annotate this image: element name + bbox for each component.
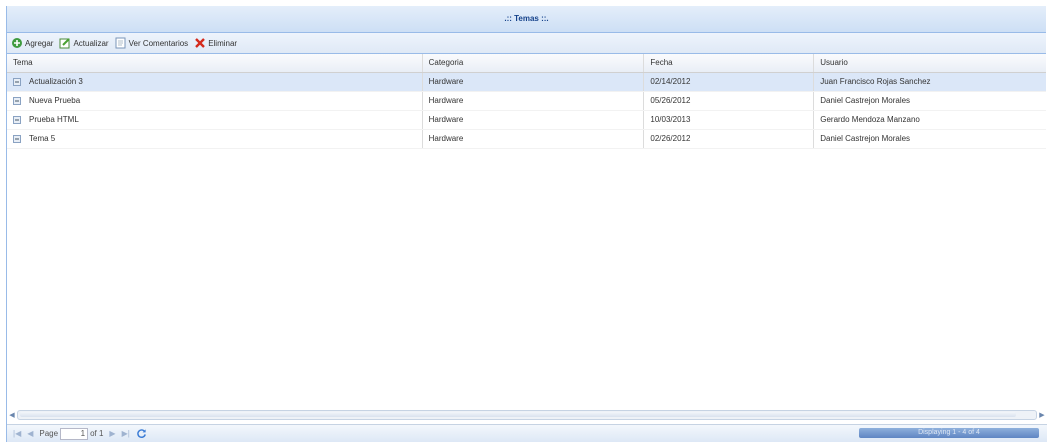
update-button[interactable]: Actualizar [59,37,109,49]
add-icon [12,38,22,48]
last-page-icon[interactable]: ▶| [122,429,130,438]
column-header-fecha[interactable]: Fecha [644,54,815,72]
cell-usuario: Daniel Castrejon Morales [820,134,911,143]
view-comments-button-label: Ver Comentarios [128,38,189,48]
cell-fecha: 10/03/2013 [644,111,815,129]
delete-button-label: Eliminar [208,38,238,48]
column-header-tema[interactable]: Tema [7,54,423,72]
comments-icon [115,37,126,49]
edit-icon [59,38,71,49]
cell-tema: Nueva Prueba [7,92,423,110]
cell-tema: Prueba HTML [7,111,423,129]
cell-fecha: 02/26/2012 [644,130,815,148]
cell-fecha: 02/14/2012 [644,73,815,91]
temas-panel: .:: Temas ::. Agregar Actualizar Ver Com… [6,6,1047,442]
first-page-icon[interactable]: |◀ [13,429,21,438]
cell-categoria: Hardware [423,92,645,110]
row-expander-icon[interactable] [13,78,21,86]
horizontal-scrollbar[interactable]: ◀ ▶ [7,410,1047,420]
table-row[interactable]: Actualización 3 Hardware 02/14/2012 Juan… [7,73,1046,92]
grid-body: Actualización 3 Hardware 02/14/2012 Juan… [7,73,1046,379]
cell-usuario: Juan Francisco Rojas Sanchez [820,77,931,86]
delete-icon [195,38,206,48]
add-button[interactable]: Agregar [11,37,53,49]
page-number-input[interactable]: 1 [60,427,89,440]
scroll-left-icon[interactable]: ◀ [7,411,17,419]
cell-categoria: Hardware [423,111,645,129]
cell-fecha: 05/26/2012 [644,92,815,110]
cell-usuario: Daniel Castrejon Morales [820,96,911,105]
grid-header: Tema Categoria Fecha Usuario [7,54,1046,73]
row-expander-icon[interactable] [13,116,21,124]
column-header-usuario[interactable]: Usuario [814,54,1046,72]
update-button-label: Actualizar [73,38,109,48]
table-row[interactable]: Prueba HTML Hardware 10/03/2013 Gerardo … [7,111,1046,130]
table-row[interactable]: Nueva Prueba Hardware 05/26/2012 Daniel … [7,92,1046,111]
scroll-right-icon[interactable]: ▶ [1037,411,1047,419]
column-header-categoria[interactable]: Categoria [423,54,645,72]
delete-button[interactable]: Eliminar [194,37,237,49]
toolbar: Agregar Actualizar Ver Comentarios Elimi… [7,33,1046,54]
of-pages-label: of 1 [90,429,104,438]
cell-categoria: Hardware [423,130,645,148]
row-expander-icon[interactable] [13,97,21,105]
panel-title: .:: Temas ::. [7,6,1046,33]
page-label: Page [39,429,59,438]
scroll-track[interactable] [17,410,1037,420]
next-page-icon[interactable]: ▶ [109,429,115,438]
display-info: Displaying 1 - 4 of 4 [859,428,1039,438]
cell-usuario: Gerardo Mendoza Manzano [820,115,920,124]
table-row[interactable]: Tema 5 Hardware 02/26/2012 Daniel Castre… [7,130,1046,149]
cell-categoria: Hardware [423,73,645,91]
view-comments-button[interactable]: Ver Comentarios [115,37,189,49]
paging-toolbar: |◀ ◀ Page 1 of 1 ▶ ▶| Displaying 1 - 4 o… [7,424,1047,442]
refresh-icon[interactable] [136,428,147,439]
prev-page-icon[interactable]: ◀ [27,429,33,438]
cell-tema: Actualización 3 [7,73,423,91]
add-button-label: Agregar [25,38,54,48]
row-expander-icon[interactable] [13,135,21,143]
scroll-thumb[interactable] [20,412,1016,417]
cell-tema: Tema 5 [7,130,423,148]
